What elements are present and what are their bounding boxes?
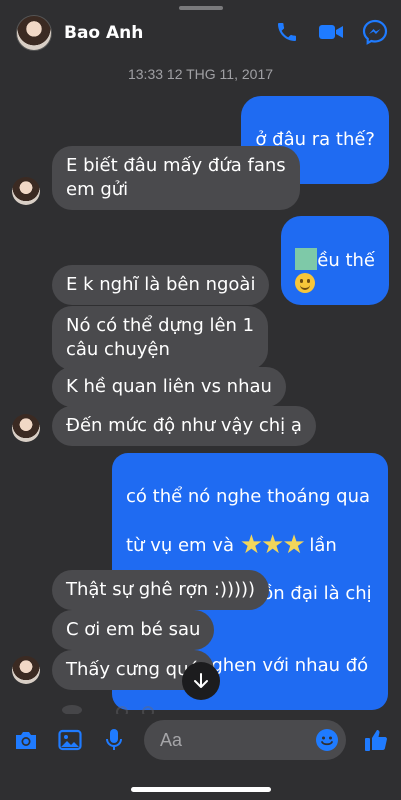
message-thread: ở đâu ra thế? E biết đâu mấy đứa fans em… — [0, 0, 401, 714]
message-bubble-outgoing[interactable]: ều thế — [281, 216, 389, 305]
star-emoji-icon: ★★★ — [239, 530, 306, 560]
like-icon[interactable] — [362, 726, 390, 754]
message-bubble-incoming[interactable]: Nó có thể dựng lên 1 câu chuyện — [52, 306, 269, 370]
message-bubble-incoming[interactable]: Thật sự ghê rợn :))))) — [52, 570, 270, 610]
partial-message-decor — [62, 705, 154, 714]
message-text: ều thế — [317, 250, 375, 271]
avatar[interactable] — [12, 177, 40, 205]
avatar[interactable] — [12, 656, 40, 684]
microphone-icon[interactable] — [100, 726, 128, 754]
message-input[interactable] — [160, 729, 300, 751]
message-bubble-incoming[interactable]: E biết đâu mấy đứa fans em gửi — [52, 146, 300, 210]
message-bubble-incoming[interactable]: K hề quan liên vs nhau — [52, 367, 286, 407]
message-composer — [0, 718, 401, 762]
message-bubble-incoming[interactable]: Đến mức độ như vậy chị ạ — [52, 406, 316, 446]
scroll-to-bottom-button[interactable] — [182, 662, 220, 700]
redacted-text-block — [295, 248, 318, 270]
message-text-line: từ vụ em và ★★★ lần — [126, 530, 337, 560]
home-indicator[interactable] — [130, 787, 271, 792]
message-bubble-incoming[interactable]: C ơi em bé sau — [52, 610, 215, 650]
photo-icon[interactable] — [56, 726, 84, 754]
avatar[interactable] — [12, 414, 40, 442]
message-bubble-incoming[interactable]: E k nghĩ là bên ngoài — [52, 265, 270, 305]
message-text-line: có thể nó nghe thoáng qua — [126, 486, 371, 507]
emoji-icon[interactable] — [313, 726, 341, 754]
smile-emoji-icon — [295, 273, 316, 293]
arrow-down-icon — [194, 673, 208, 688]
camera-icon[interactable] — [12, 726, 40, 754]
